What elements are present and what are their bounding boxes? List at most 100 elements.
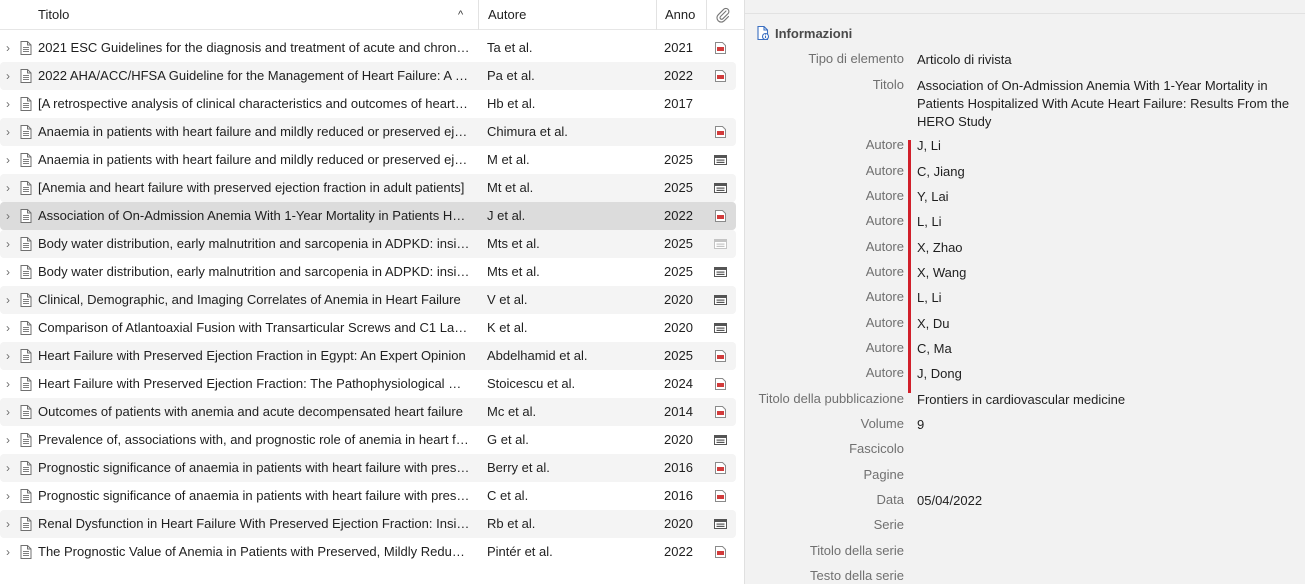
pdf-icon[interactable] xyxy=(714,546,727,558)
expand-chevron-icon[interactable]: › xyxy=(6,286,10,314)
author-value[interactable]: L, Li xyxy=(917,213,1292,231)
item-author: Ta et al. xyxy=(487,40,533,55)
item-row[interactable]: › Prognostic significance of anaemia in p… xyxy=(0,482,736,510)
expand-chevron-icon[interactable]: › xyxy=(6,174,10,202)
author-value[interactable]: C, Ma xyxy=(917,340,1292,358)
item-row[interactable]: › Comparison of Atlantoaxial Fusion with … xyxy=(0,314,736,342)
document-icon xyxy=(20,517,32,531)
item-author: Pintér et al. xyxy=(487,544,553,559)
column-header-title[interactable]: Titolo ^ xyxy=(38,0,478,30)
document-icon xyxy=(20,181,32,195)
pdf-icon[interactable] xyxy=(714,42,727,54)
item-row[interactable]: › 2022 AHA/ACC/HFSA Guideline for the Man… xyxy=(0,62,736,90)
author-value[interactable]: L, Li xyxy=(917,289,1292,307)
title-value[interactable]: Association of On-Admission Anemia With … xyxy=(917,77,1292,131)
pdf-icon[interactable] xyxy=(714,126,727,138)
field-label: Autore xyxy=(865,264,904,279)
expand-chevron-icon[interactable]: › xyxy=(6,146,10,174)
pdf-icon[interactable] xyxy=(714,490,727,502)
author-value[interactable]: J, Li xyxy=(917,137,1292,155)
expand-chevron-icon[interactable]: › xyxy=(6,230,10,258)
item-year: 2020 xyxy=(664,292,693,307)
expand-chevron-icon[interactable]: › xyxy=(6,90,10,118)
item-row[interactable]: › Renal Dysfunction in Heart Failure With… xyxy=(0,510,736,538)
info-section-header[interactable]: Informazioni xyxy=(755,23,852,43)
expand-chevron-icon[interactable]: › xyxy=(6,314,10,342)
pdf-icon[interactable] xyxy=(714,378,727,390)
author-value[interactable]: X, Wang xyxy=(917,264,1292,282)
expand-chevron-icon[interactable]: › xyxy=(6,510,10,538)
publication-value[interactable]: Frontiers in cardiovascular medicine xyxy=(917,391,1292,409)
snapshot-icon[interactable] xyxy=(714,182,727,194)
author-value[interactable]: J, Dong xyxy=(917,365,1292,383)
volume-value[interactable]: 9 xyxy=(917,416,1292,434)
author-value[interactable]: C, Jiang xyxy=(917,163,1292,181)
item-year: 2021 xyxy=(664,40,693,55)
author-value[interactable]: Y, Lai xyxy=(917,188,1292,206)
item-row[interactable]: › [Anemia and heart failure with preserve… xyxy=(0,174,736,202)
expand-chevron-icon[interactable]: › xyxy=(6,202,10,230)
item-row[interactable]: › Prognostic significance of anaemia in p… xyxy=(0,454,736,482)
pdf-icon[interactable] xyxy=(714,70,727,82)
item-row[interactable]: › [A retrospective analysis of clinical c… xyxy=(0,90,736,118)
item-author: M et al. xyxy=(487,152,530,167)
expand-chevron-icon[interactable]: › xyxy=(6,454,10,482)
item-row[interactable]: › Outcomes of patients with anemia and ac… xyxy=(0,398,736,426)
column-header-attachments[interactable] xyxy=(706,0,738,30)
field-label: Autore xyxy=(865,163,904,178)
item-row[interactable]: › 2021 ESC Guidelines for the diagnosis a… xyxy=(0,34,736,62)
author-value[interactable]: X, Zhao xyxy=(917,239,1292,257)
document-icon xyxy=(20,321,32,335)
item-author: G et al. xyxy=(487,432,529,447)
item-row[interactable]: › Heart Failure with Preserved Ejection F… xyxy=(0,370,736,398)
column-header-author[interactable]: Autore xyxy=(478,0,656,30)
item-title: [Anemia and heart failure with preserved… xyxy=(38,180,465,195)
item-title: Anaemia in patients with heart failure a… xyxy=(38,124,470,139)
item-year: 2020 xyxy=(664,320,693,335)
item-row[interactable]: › The Prognostic Value of Anemia in Patie… xyxy=(0,538,736,566)
item-row[interactable]: › Anaemia in patients with heart failure … xyxy=(0,118,736,146)
expand-chevron-icon[interactable]: › xyxy=(6,34,10,62)
pdf-icon[interactable] xyxy=(714,462,727,474)
item-row[interactable]: › Association of On-Admission Anemia With… xyxy=(0,202,736,230)
pdf-icon[interactable] xyxy=(714,210,727,222)
item-year xyxy=(664,118,704,146)
item-year: 2017 xyxy=(664,96,693,111)
expand-chevron-icon[interactable]: › xyxy=(6,538,10,566)
items-list-pane: Titolo ^ Autore Anno › 2021 ESC Guideline… xyxy=(0,0,744,584)
snapshot-icon[interactable] xyxy=(714,266,727,278)
snapshot-icon[interactable] xyxy=(714,238,727,250)
expand-chevron-icon[interactable]: › xyxy=(6,482,10,510)
snapshot-icon[interactable] xyxy=(714,294,727,306)
document-icon xyxy=(20,209,32,223)
expand-chevron-icon[interactable]: › xyxy=(6,118,10,146)
item-title: Heart Failure with Preserved Ejection Fr… xyxy=(38,376,470,391)
snapshot-icon[interactable] xyxy=(714,154,727,166)
snapshot-icon[interactable] xyxy=(714,322,727,334)
item-row[interactable]: › Body water distribution, early malnutri… xyxy=(0,258,736,286)
snapshot-icon[interactable] xyxy=(714,434,727,446)
expand-chevron-icon[interactable]: › xyxy=(6,342,10,370)
item-row[interactable]: › Prevalence of, associations with, and p… xyxy=(0,426,736,454)
item-title: Outcomes of patients with anemia and acu… xyxy=(38,404,463,419)
field-label: Autore xyxy=(865,315,904,330)
document-icon xyxy=(20,405,32,419)
item-row[interactable]: › Clinical, Demographic, and Imaging Corr… xyxy=(0,286,736,314)
item-type-value[interactable]: Articolo di rivista xyxy=(917,51,1292,69)
item-row[interactable]: › Anaemia in patients with heart failure … xyxy=(0,146,736,174)
expand-chevron-icon[interactable]: › xyxy=(6,426,10,454)
snapshot-icon[interactable] xyxy=(714,518,727,530)
column-header-year[interactable]: Anno xyxy=(656,0,706,30)
item-author: V et al. xyxy=(487,292,528,307)
item-author: J et al. xyxy=(487,208,526,223)
expand-chevron-icon[interactable]: › xyxy=(6,370,10,398)
expand-chevron-icon[interactable]: › xyxy=(6,398,10,426)
date-value[interactable]: 05/04/2022 xyxy=(917,492,1292,510)
author-value[interactable]: X, Du xyxy=(917,315,1292,333)
item-row[interactable]: › Heart Failure with Preserved Ejection F… xyxy=(0,342,736,370)
pdf-icon[interactable] xyxy=(714,350,727,362)
expand-chevron-icon[interactable]: › xyxy=(6,62,10,90)
item-row[interactable]: › Body water distribution, early malnutri… xyxy=(0,230,736,258)
expand-chevron-icon[interactable]: › xyxy=(6,258,10,286)
pdf-icon[interactable] xyxy=(714,406,727,418)
